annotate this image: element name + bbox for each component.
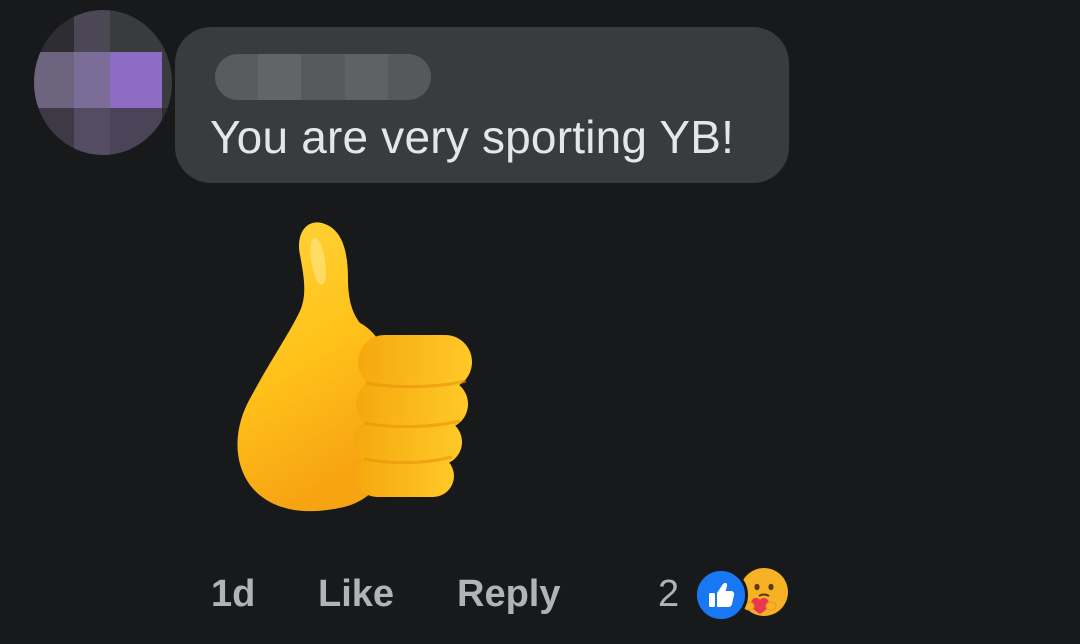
- comment-view: You are very sporting YB! 1d Like Reply …: [0, 0, 1080, 644]
- reaction-count[interactable]: 2: [658, 573, 679, 616]
- comment-text: You are very sporting YB!: [210, 111, 735, 163]
- like-reaction-icon[interactable]: [694, 568, 748, 622]
- avatar[interactable]: [34, 10, 172, 155]
- comment-actions: 1d Like Reply 2: [0, 573, 1080, 623]
- reply-button[interactable]: Reply: [457, 573, 560, 616]
- timestamp[interactable]: 1d: [211, 573, 255, 616]
- like-button[interactable]: Like: [318, 573, 394, 616]
- author-name-redacted[interactable]: [215, 54, 431, 100]
- thumbs-up-icon[interactable]: [230, 215, 480, 520]
